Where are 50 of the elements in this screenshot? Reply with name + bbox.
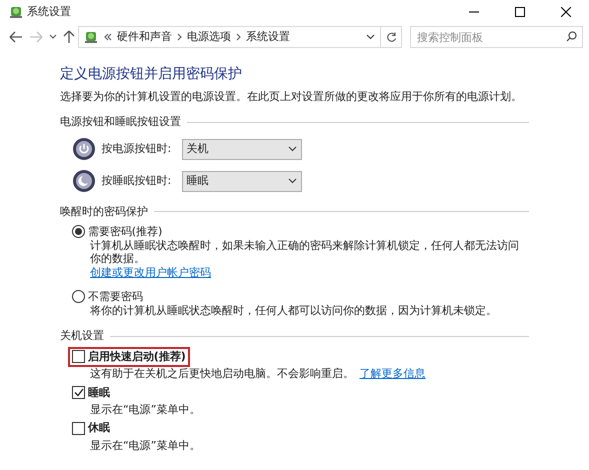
checkbox[interactable] [72,422,85,435]
field-label: 按睡眠按钮时: [102,174,172,188]
option-label: 需要密码(推荐) [88,224,162,238]
control-panel-icon [83,29,99,45]
power-icon [72,137,96,161]
maximize-icon [515,7,525,17]
page-heading: 定义电源按钮并启用密码保护 [60,66,243,84]
checkbox[interactable] [72,350,85,364]
control-panel-icon [8,4,24,20]
password-link[interactable]: 创建或更改用户帐户密码 [90,266,211,279]
section-title: 电源按钮和睡眠按钮设置 [60,115,181,129]
checkbox-label: 启用快速启动(推荐) [88,350,186,364]
refresh-icon[interactable] [386,32,397,42]
dropdown-icon[interactable] [366,34,375,40]
page-description: 选择要为你的计算机设置的电源设置。在此页上对设置所做的更改将应用于你所有的电源计划。 [60,90,523,104]
section-title: 关机设置 [60,329,104,343]
radio-button[interactable] [72,290,85,304]
chevron-icon [236,33,241,41]
chevron-icon [177,33,182,41]
action-dropdown[interactable]: 睡眠 [182,170,302,192]
action-dropdown[interactable]: 关机 [182,138,302,160]
radio-button[interactable] [72,225,85,238]
checkbox[interactable] [72,386,85,400]
close-icon [561,7,571,17]
breadcrumb-link[interactable]: 系统设置 [246,30,290,44]
field-label: 按电源按钮时: [102,142,172,156]
option-label: 不需要密码 [88,290,143,304]
section-title: 唤醒时的密码保护 [60,205,148,219]
breadcrumb-link[interactable]: 硬件和声音 [117,30,172,44]
caret-icon [288,178,296,184]
back-arrow-icon [9,31,23,43]
breadcrumb-link[interactable]: 电源选项 [187,30,231,44]
search-icon [566,31,577,42]
option-description: 显示在“电源”菜单中。 [90,402,200,416]
caret-icon [49,34,57,40]
option-description: 显示在“电源”菜单中。 [90,438,200,452]
search-field[interactable]: 搜索控制面板 [410,26,583,48]
window-title: 系统设置 [26,5,71,19]
checkbox-label: 睡眠 [88,386,110,400]
learn-more-link[interactable]: 了解更多信息 [360,367,426,381]
option-description: 计算机从睡眠状态唤醒时，如果未输入正确的密码来解除计算机锁定，任何人都无法访问你的数据。 [89,238,520,266]
checkbox-label: 休眠 [88,421,110,436]
moon-icon [72,169,96,193]
address-bar[interactable]: 硬件和声音 电源选项 系统设置 [78,26,402,48]
option-description: 这有助于在关机之后更快地启动电脑。不会影响重启。 [90,367,354,381]
chevron-icon [104,33,112,41]
option-description: 将你的计算机从睡眠状态唤醒时，任何人都可以访问你的数据，因为计算机未锁定。 [89,304,498,318]
up-arrow-icon [63,30,75,44]
forward-arrow-icon [29,31,43,43]
caret-icon [288,146,296,152]
